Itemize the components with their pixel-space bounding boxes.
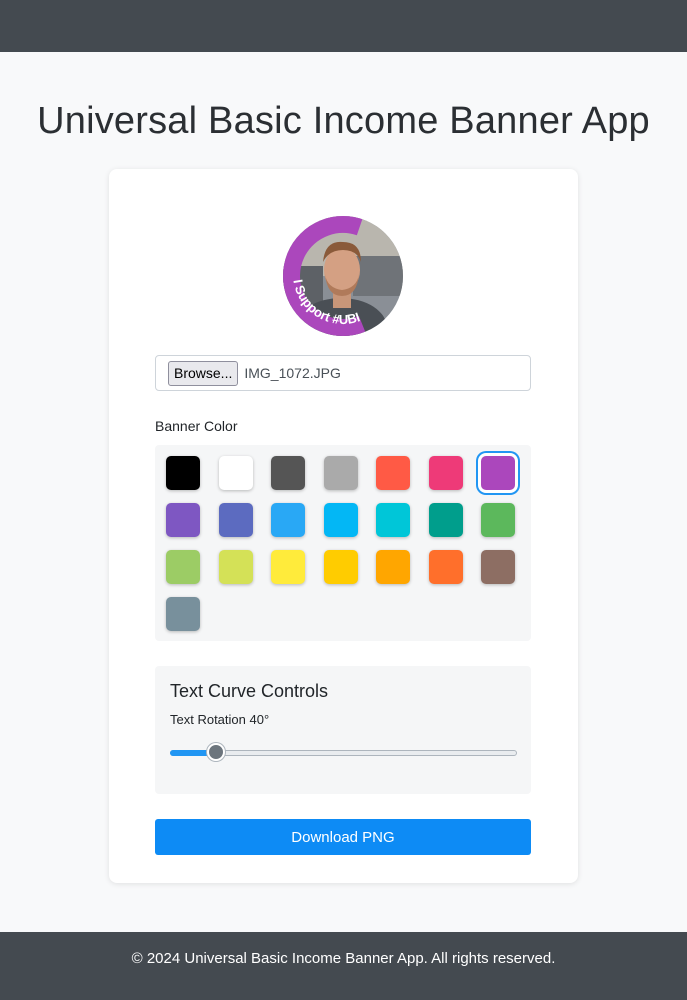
color-swatch[interactable] [428,456,463,490]
footer-copyright: © 2024 Universal Basic Income Banner App… [0,932,687,1000]
color-swatch[interactable] [166,503,200,537]
top-navbar [0,0,687,52]
color-swatch[interactable] [376,456,410,490]
text-curve-title: Text Curve Controls [170,681,329,701]
color-swatch[interactable] [166,456,200,490]
color-swatch[interactable] [376,550,410,584]
page-title: Universal Basic Income Banner App [37,100,650,142]
color-swatch[interactable] [271,456,305,490]
avatar-preview: I Support #UBI [283,216,403,336]
color-swatch[interactable] [218,550,253,584]
text-curve-controls: Text Curve Controls Text Rotation 40° [155,666,531,794]
main-card: I Support #UBI Browse... IMG_1072.JPG Ba… [109,169,578,883]
color-swatch[interactable] [481,503,515,537]
selected-file-name: IMG_1072.JPG [244,365,341,381]
banner-color-label: Banner Color [155,418,238,434]
color-swatch[interactable] [323,503,358,537]
color-swatch[interactable] [271,550,305,584]
color-palette [155,445,531,641]
color-swatch[interactable] [166,550,200,584]
color-swatch[interactable] [481,456,515,490]
color-swatch[interactable] [376,503,410,537]
color-swatch[interactable] [481,550,515,584]
color-swatch[interactable] [323,550,358,584]
color-swatch[interactable] [271,503,305,537]
color-swatch[interactable] [218,456,253,490]
color-swatch[interactable] [428,503,463,537]
color-swatch[interactable] [428,550,463,584]
color-swatch[interactable] [323,456,358,490]
color-swatch[interactable] [218,503,253,537]
text-rotation-label: Text Rotation 40° [170,712,270,727]
color-swatch[interactable] [166,597,200,631]
file-input[interactable]: Browse... IMG_1072.JPG [155,355,531,391]
browse-button[interactable]: Browse... [168,360,239,386]
rotation-slider-thumb[interactable] [207,743,225,761]
download-png-button[interactable]: Download PNG [155,819,531,855]
